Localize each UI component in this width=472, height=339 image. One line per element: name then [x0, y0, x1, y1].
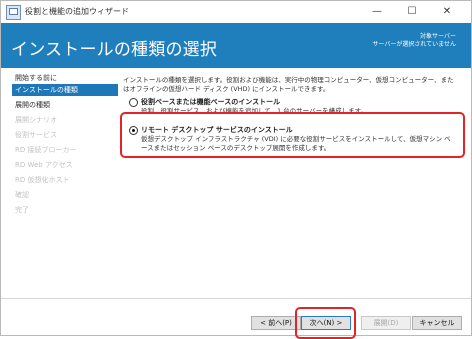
target-server: 対象サーバー サーバーが選択されていません [372, 33, 456, 49]
remote-desktop-option-highlight [120, 112, 465, 158]
target-server-value: サーバーが選択されていません [372, 41, 456, 48]
nav-item-installation-type[interactable]: インストールの種類 [12, 84, 118, 96]
next-button-highlight [295, 307, 356, 339]
role-based-radio[interactable] [129, 98, 138, 107]
nav-item-confirmation: 確認 [15, 191, 29, 199]
back-button[interactable]: < 前へ(P) [251, 316, 301, 330]
server-manager-icon [6, 5, 21, 20]
nav-item-rd-web-access: RD Web アクセス [15, 161, 73, 169]
wizard-window: 役割と機能の追加ウィザード — ☐ ✕ インストールの種類の選択 対象サーバー … [0, 0, 472, 339]
title-bar: 役割と機能の追加ウィザード — ☐ ✕ [1, 1, 471, 23]
wizard-navigation: 開始する前に インストールの種類 展開の種類 展開シナリオ 役割サービス RD … [8, 68, 118, 295]
nav-item-deployment-type[interactable]: 展開の種類 [15, 100, 50, 110]
minimize-button[interactable]: — [362, 1, 392, 23]
maximize-button[interactable]: ☐ [397, 1, 427, 23]
close-button[interactable]: ✕ [432, 1, 462, 23]
role-based-option-label[interactable]: 役割ベースまたは機能ベースのインストール [141, 97, 280, 107]
nav-item-rd-connection-broker: RD 接続ブローカー [15, 146, 77, 154]
target-server-label: 対象サーバー [420, 33, 456, 40]
content-area: インストールの種類を選択します。役割および機能は、実行中の物理コンピューター、仮… [123, 68, 458, 295]
nav-item-role-services: 役割サービス [15, 131, 57, 139]
cancel-button[interactable]: キャンセル [412, 316, 462, 330]
wizard-header: インストールの種類の選択 対象サーバー サーバーが選択されていません [1, 23, 471, 68]
nav-item-before-you-begin[interactable]: 開始する前に [15, 73, 57, 83]
nav-item-rd-virtualization-host: RD 仮想化ホスト [15, 176, 70, 184]
window-title: 役割と機能の追加ウィザード [25, 7, 129, 16]
nav-item-deployment-scenario: 展開シナリオ [15, 116, 57, 124]
installation-type-description: インストールの種類を選択します。役割および機能は、実行中の物理コンピューター、仮… [123, 76, 454, 93]
page-title: インストールの種類の選択 [11, 40, 218, 60]
install-button: 展開(D) [361, 316, 411, 330]
nav-item-completion: 完了 [15, 206, 29, 214]
footer-divider [1, 298, 471, 299]
